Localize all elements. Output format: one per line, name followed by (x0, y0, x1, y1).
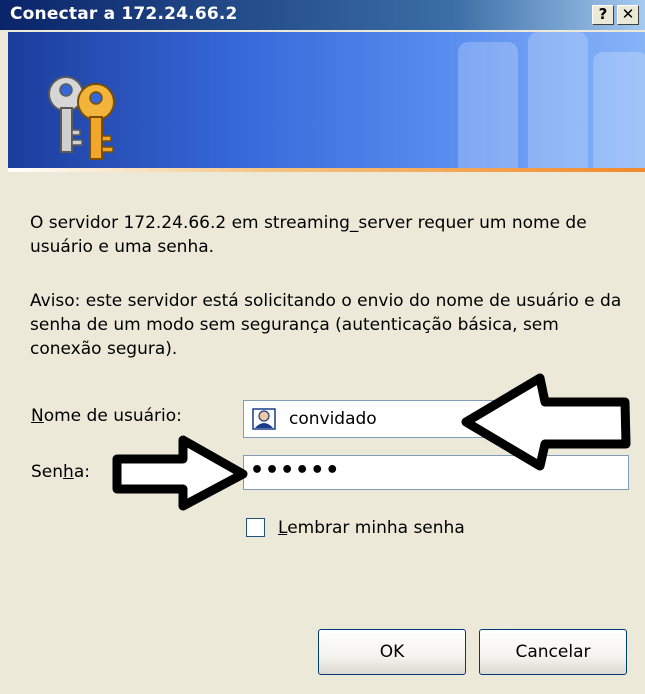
annotation-arrow-right-icon (112, 435, 248, 511)
keys-icon (48, 76, 115, 160)
password-field[interactable]: •••••• (243, 455, 629, 490)
password-masked-value: •••••• (250, 458, 341, 483)
ok-button[interactable]: OK (318, 629, 466, 675)
username-label-accesskey: N (31, 406, 44, 426)
close-icon: ✕ (621, 5, 635, 23)
server-info-text: O servidor 172.24.66.2 em streaming_serv… (30, 213, 587, 257)
remember-label-accesskey: L (278, 518, 288, 538)
chevron-down-icon: ▼ (610, 412, 621, 426)
username-combobox[interactable]: convidado ▼ (243, 400, 627, 438)
banner-accent-line (8, 168, 645, 172)
username-label-text: ome de usuário: (43, 406, 182, 426)
help-button[interactable]: ? (592, 5, 614, 25)
security-warning-text: Aviso: este servidor está solicitando o … (30, 291, 622, 359)
remember-password-checkbox[interactable] (246, 518, 265, 537)
title-bar[interactable]: Conectar a 172.24.66.2 ? ✕ (0, 0, 645, 30)
keys-watermark-icon (458, 32, 645, 168)
remember-label-text: embrar minha senha (287, 518, 465, 538)
remember-password-label[interactable]: Lembrar minha senha (278, 518, 465, 538)
user-icon (252, 408, 276, 430)
password-label-prefix: Sen (31, 462, 64, 482)
window-title: Conectar a 172.24.66.2 (10, 4, 238, 24)
username-label: Nome de usuário: (31, 406, 182, 426)
close-button[interactable]: ✕ (617, 5, 639, 25)
banner (8, 32, 645, 168)
password-label-suffix: a: (73, 462, 90, 482)
username-value: convidado (289, 409, 377, 429)
password-label-accesskey: h (63, 462, 74, 482)
cancel-button[interactable]: Cancelar (479, 629, 627, 675)
login-dialog: Conectar a 172.24.66.2 ? ✕ O servidor 17… (0, 0, 645, 694)
help-icon: ? (598, 5, 608, 23)
username-dropdown-button[interactable]: ▼ (605, 402, 625, 436)
password-label: Senha: (31, 462, 90, 482)
